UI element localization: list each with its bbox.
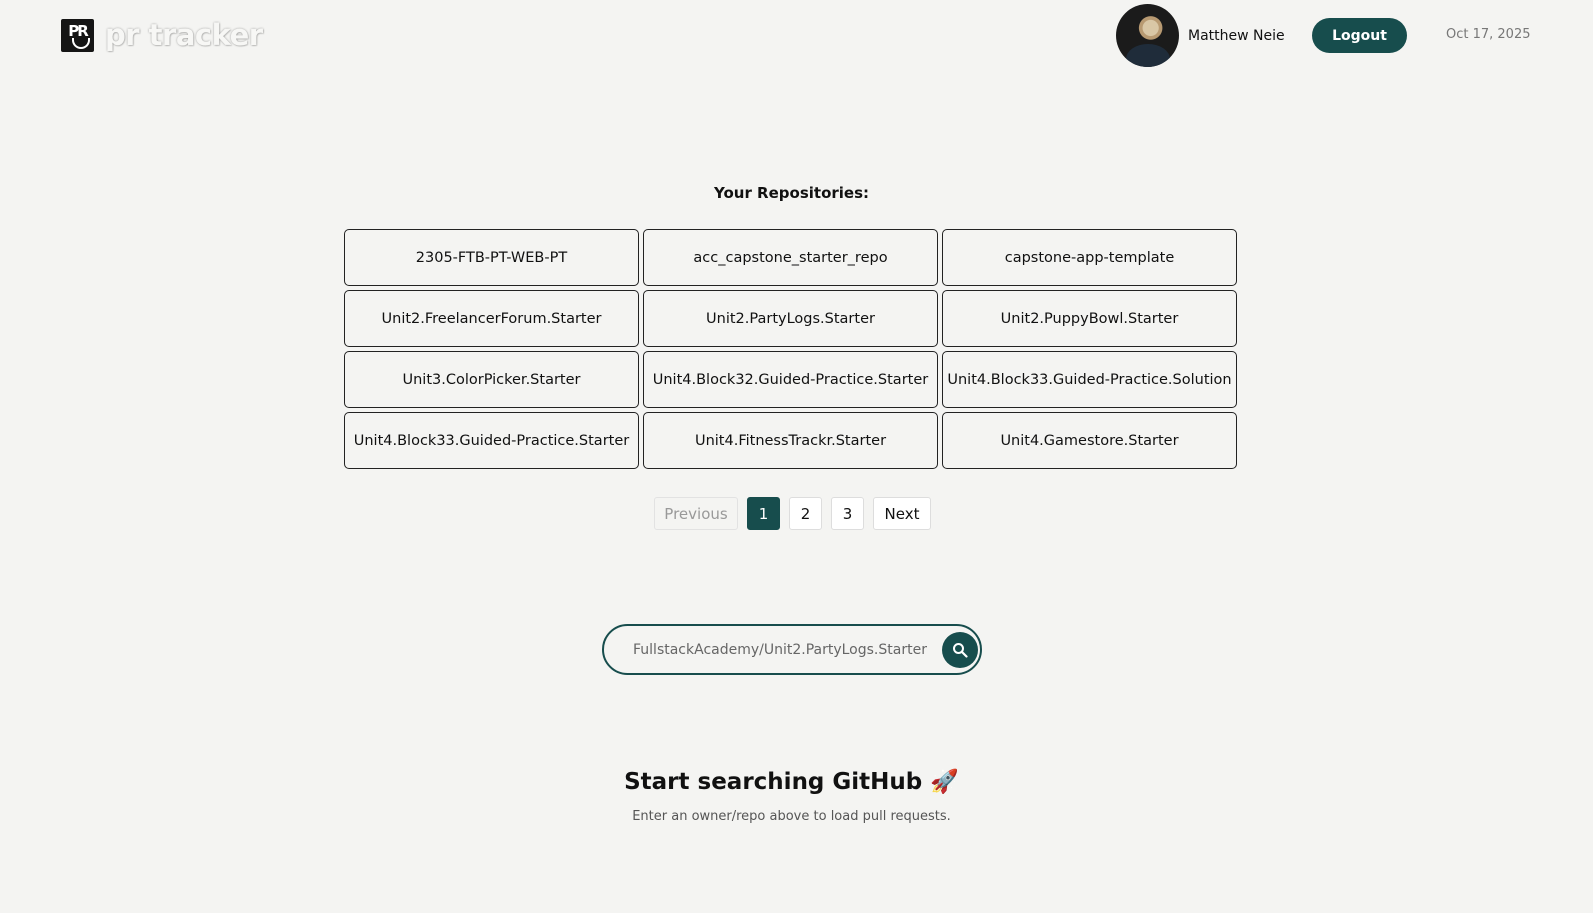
next-page-button[interactable]: Next — [873, 497, 931, 530]
user-name: Matthew Neie — [1188, 27, 1285, 44]
repo-button[interactable]: Unit4.Block33.Guided-Practice.Starter — [344, 412, 639, 469]
header: PR pr tracker Matthew Neie Logout Oct 17… — [0, 0, 1593, 80]
repo-button[interactable]: Unit4.Gamestore.Starter — [942, 412, 1237, 469]
repo-button[interactable]: Unit2.PartyLogs.Starter — [643, 290, 938, 347]
repo-button[interactable]: Unit2.FreelancerForum.Starter — [344, 290, 639, 347]
logo-text: pr tracker — [105, 18, 263, 52]
avatar[interactable] — [1116, 4, 1179, 67]
empty-state-title: Start searching GitHub 🚀 — [624, 769, 959, 795]
pagination: Previous 1 2 3 Next — [654, 497, 940, 530]
page-1-button[interactable]: 1 — [747, 497, 780, 530]
repo-button[interactable]: Unit3.ColorPicker.Starter — [344, 351, 639, 408]
empty-state-subtitle: Enter an owner/repo above to load pull r… — [632, 809, 951, 824]
repo-search-input[interactable] — [631, 640, 935, 659]
repo-button[interactable]: Unit2.PuppyBowl.Starter — [942, 290, 1237, 347]
repo-button[interactable]: Unit4.FitnessTrackr.Starter — [643, 412, 938, 469]
page-3-button[interactable]: 3 — [831, 497, 864, 530]
logo[interactable]: PR pr tracker — [61, 18, 263, 52]
repositories-title: Your Repositories: — [713, 184, 870, 202]
repo-button[interactable]: Unit4.Block33.Guided-Practice.Solution — [942, 351, 1237, 408]
user-info: Matthew Neie — [1116, 4, 1285, 67]
repository-grid: 2305-FTB-PT-WEB-PT acc_capstone_starter_… — [344, 229, 1238, 469]
page-2-button[interactable]: 2 — [789, 497, 822, 530]
search-icon — [953, 643, 968, 658]
logout-button[interactable]: Logout — [1312, 18, 1407, 53]
repo-button[interactable]: Unit4.Block32.Guided-Practice.Starter — [643, 351, 938, 408]
search-bar — [602, 624, 982, 675]
repo-button[interactable]: capstone-app-template — [942, 229, 1237, 286]
search-button[interactable] — [942, 632, 978, 668]
logo-icon: PR — [61, 18, 94, 52]
repo-button[interactable]: acc_capstone_starter_repo — [643, 229, 938, 286]
repo-button[interactable]: 2305-FTB-PT-WEB-PT — [344, 229, 639, 286]
previous-page-button[interactable]: Previous — [654, 497, 738, 530]
current-date: Oct 17, 2025 — [1446, 27, 1531, 42]
